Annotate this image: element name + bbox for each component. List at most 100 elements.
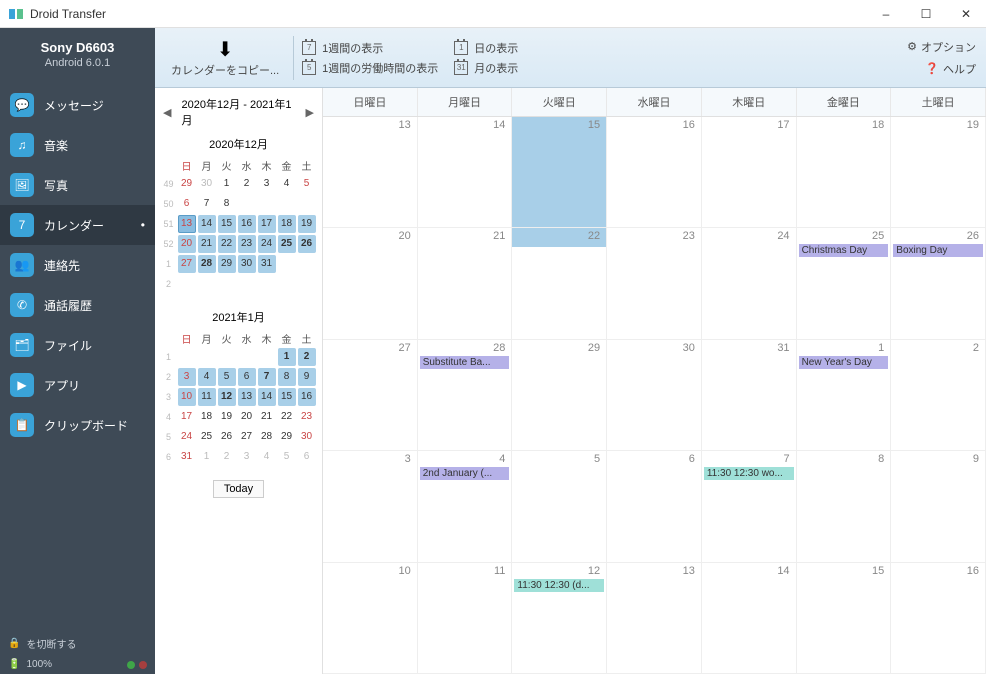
mini-day[interactable]: 23: [238, 235, 256, 253]
sidebar-item-4[interactable]: 👥連絡先: [0, 245, 155, 285]
big-cal-cell[interactable]: 8: [797, 451, 892, 562]
big-cal-cell[interactable]: 42nd January (...: [418, 451, 513, 562]
help-button[interactable]: ❓ ヘルプ: [925, 61, 976, 77]
mini-day[interactable]: 19: [218, 408, 236, 426]
mini-day[interactable]: 1: [198, 448, 216, 466]
mini-day[interactable]: 17: [258, 215, 276, 233]
window-minimize-button[interactable]: –: [866, 0, 906, 28]
sidebar-item-6[interactable]: 🗂ファイル: [0, 325, 155, 365]
mini-day[interactable]: 6: [298, 448, 316, 466]
mini-day[interactable]: 16: [238, 215, 256, 233]
big-cal-cell[interactable]: 23: [607, 228, 702, 339]
mini-day[interactable]: 30: [298, 428, 316, 446]
mini-day[interactable]: 11: [198, 388, 216, 406]
mini-day[interactable]: 6: [238, 368, 256, 386]
mini-day[interactable]: 10: [178, 388, 196, 406]
mini-day[interactable]: 7: [198, 195, 216, 213]
mini-day[interactable]: 14: [258, 388, 276, 406]
big-cal-cell[interactable]: 1211:30 12:30 (d...: [512, 563, 607, 674]
mini-day[interactable]: 12: [218, 388, 236, 406]
mini-day[interactable]: 6: [178, 195, 196, 213]
calendar-event[interactable]: Boxing Day: [893, 244, 983, 257]
mini-day[interactable]: 5: [278, 448, 296, 466]
mini-day[interactable]: 20: [238, 408, 256, 426]
window-close-button[interactable]: ✕: [946, 0, 986, 28]
mini-day[interactable]: 29: [278, 428, 296, 446]
mini-day[interactable]: 23: [298, 408, 316, 426]
view-week-button[interactable]: 7 1週間の表示: [302, 40, 438, 56]
mini-day[interactable]: 20: [178, 235, 196, 253]
sidebar-item-3[interactable]: 7カレンダー: [0, 205, 155, 245]
big-cal-cell[interactable]: 10: [323, 563, 418, 674]
sidebar-item-5[interactable]: ✆通話履歴: [0, 285, 155, 325]
mini-day[interactable]: 15: [218, 215, 236, 233]
mini-day[interactable]: 4: [278, 175, 296, 193]
calendar-event[interactable]: Substitute Ba...: [420, 356, 510, 369]
mini-day[interactable]: 30: [238, 255, 256, 273]
mini-day[interactable]: 3: [258, 175, 276, 193]
big-cal-cell[interactable]: 16: [891, 563, 986, 674]
mini-day[interactable]: 27: [238, 428, 256, 446]
mini-day[interactable]: 2: [298, 348, 316, 366]
big-cal-cell[interactable]: 24: [702, 228, 797, 339]
big-cal-cell[interactable]: 21: [418, 228, 513, 339]
mini-day[interactable]: 26: [298, 235, 316, 253]
big-cal-cell[interactable]: 29: [512, 340, 607, 451]
mini-day[interactable]: 8: [218, 195, 236, 213]
mini-day[interactable]: 1: [218, 175, 236, 193]
sidebar-item-1[interactable]: ♫音楽: [0, 125, 155, 165]
big-cal-cell[interactable]: 28Substitute Ba...: [418, 340, 513, 451]
mini-day[interactable]: 9: [298, 368, 316, 386]
view-month-button[interactable]: 31 月の表示: [454, 60, 518, 76]
calendar-event[interactable]: New Year's Day: [799, 356, 889, 369]
mini-day[interactable]: 29: [178, 175, 196, 193]
mini-day[interactable]: 16: [298, 388, 316, 406]
big-cal-cell[interactable]: 711:30 12:30 wo...: [702, 451, 797, 562]
calendar-event[interactable]: 11:30 12:30 wo...: [704, 467, 794, 480]
mini-day[interactable]: 4: [198, 368, 216, 386]
big-cal-cell[interactable]: 25Christmas Day: [797, 228, 892, 339]
options-button[interactable]: ⚙ オプション: [907, 39, 976, 55]
mini-day[interactable]: 13: [178, 215, 196, 233]
mini-day[interactable]: 8: [278, 368, 296, 386]
mini-day[interactable]: 2: [238, 175, 256, 193]
big-cal-cell[interactable]: 3: [323, 451, 418, 562]
range-next-button[interactable]: ▶: [302, 106, 318, 119]
mini-day[interactable]: 27: [178, 255, 196, 273]
big-cal-cell[interactable]: 13: [323, 117, 418, 228]
range-prev-button[interactable]: ◀: [159, 106, 175, 119]
today-button[interactable]: Today: [213, 480, 264, 498]
mini-day[interactable]: 7: [258, 368, 276, 386]
big-cal-cell[interactable]: 9: [891, 451, 986, 562]
sidebar-item-8[interactable]: 📋クリップボード: [0, 405, 155, 445]
calendar-event[interactable]: 2nd January (...: [420, 467, 510, 480]
big-cal-cell[interactable]: 20: [323, 228, 418, 339]
big-cal-cell[interactable]: 19: [891, 117, 986, 228]
mini-day[interactable]: 4: [258, 448, 276, 466]
mini-day[interactable]: 18: [278, 215, 296, 233]
big-cal-cell[interactable]: 30: [607, 340, 702, 451]
mini-day[interactable]: 17: [178, 408, 196, 426]
big-cal-cell[interactable]: 14: [418, 117, 513, 228]
mini-day[interactable]: 22: [218, 235, 236, 253]
mini-day[interactable]: 2: [218, 448, 236, 466]
mini-day[interactable]: 3: [238, 448, 256, 466]
mini-day[interactable]: 18: [198, 408, 216, 426]
big-cal-cell[interactable]: 26Boxing Day: [891, 228, 986, 339]
view-day-button[interactable]: 1 日の表示: [454, 40, 518, 56]
big-cal-cell[interactable]: 13: [607, 563, 702, 674]
big-cal-cell[interactable]: 17: [702, 117, 797, 228]
mini-day[interactable]: 21: [258, 408, 276, 426]
mini-day[interactable]: 15: [278, 388, 296, 406]
disconnect-row[interactable]: 🔒 を切断する: [0, 632, 155, 655]
mini-day[interactable]: 24: [178, 428, 196, 446]
big-cal-cell[interactable]: 15: [512, 117, 607, 228]
big-cal-cell[interactable]: 18: [797, 117, 892, 228]
mini-day[interactable]: 31: [258, 255, 276, 273]
mini-day[interactable]: 26: [218, 428, 236, 446]
view-workweek-button[interactable]: 5 1週間の労働時間の表示: [302, 60, 438, 76]
mini-day[interactable]: 19: [298, 215, 316, 233]
sidebar-item-7[interactable]: ▶アプリ: [0, 365, 155, 405]
mini-day[interactable]: 31: [178, 448, 196, 466]
mini-day[interactable]: 30: [198, 175, 216, 193]
